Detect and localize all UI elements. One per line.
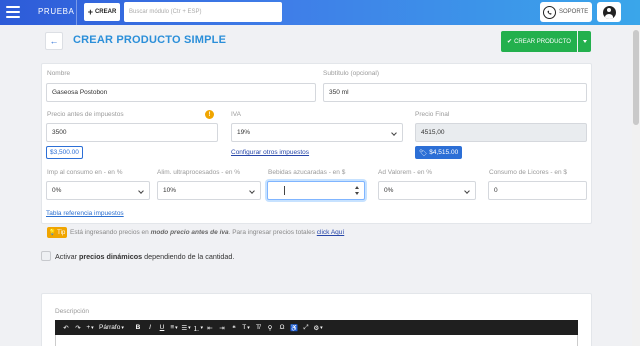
tip-text-post: . Para ingresar precios totales (228, 229, 317, 236)
tip-text-bold: modo precio antes de iva (150, 229, 229, 236)
arrow-left-icon: ← (49, 36, 59, 46)
whatsapp-icon (543, 5, 556, 19)
top-navbar: PRUEBA + CREAR Buscar módulo (Ctr + ESP)… (0, 0, 640, 25)
numbered-list-icon[interactable]: ⒈ (192, 320, 204, 335)
precio-final-label: Precio Final (415, 111, 450, 118)
support-label: SOPORTE (559, 9, 589, 15)
redo-icon[interactable]: ↷ (72, 320, 84, 335)
create-product-label: CREAR PRODUCTO (514, 38, 571, 45)
page-scrollbar[interactable] (632, 25, 640, 346)
subtitulo-input[interactable]: 350 ml (323, 83, 587, 102)
support-button[interactable]: SOPORTE (540, 2, 592, 22)
impoconsumo-value: 0% (52, 187, 62, 194)
page-title: CREAR PRODUCTO SIMPLE (73, 34, 227, 46)
nombre-label: Nombre (47, 70, 71, 77)
licores-input[interactable]: 0 (488, 181, 587, 200)
back-button[interactable]: ← (45, 32, 63, 50)
quote-icon[interactable]: ❝ (228, 320, 240, 335)
impoconsumo-label: Imp al consumo en - en % (47, 169, 123, 176)
brand-name: PRUEBA (38, 7, 75, 16)
outdent-icon[interactable]: ⇤ (204, 320, 216, 335)
paragraph-format-select[interactable]: Párrafo (96, 320, 132, 335)
navbar-divider (76, 0, 77, 25)
impoconsumo-select[interactable]: 0% (46, 181, 150, 200)
tip-text: Está ingresando precios en modo precio a… (70, 229, 344, 236)
info-warning-icon[interactable]: ! (205, 110, 214, 119)
licores-label: Consumo de Licores - en $ (489, 169, 568, 176)
subtitulo-label: Subtítulo (opcional) (323, 70, 380, 77)
subtitulo-value: 350 ml (329, 89, 349, 96)
dynamic-prices-checkbox[interactable] (41, 251, 51, 261)
azucaradas-label: Bebidas azucaradas - en $ (268, 169, 346, 176)
tip-badge: 💡 Tip (47, 227, 67, 238)
ad-valorem-label: Ad Valorem - en % (378, 169, 433, 176)
fullscreen-icon[interactable]: ⤢ (300, 320, 312, 335)
precio-antes-value: 3500 (52, 129, 67, 136)
ultraprocesados-label: Alim. ultraprocesados - en % (157, 169, 241, 176)
tag-icon: 🏷 (419, 149, 428, 157)
dynamic-prices-pre: Activar (55, 252, 79, 261)
ad-valorem-select[interactable]: 0% (378, 181, 476, 200)
search-placeholder: Buscar módulo (Ctr + ESP) (129, 9, 202, 15)
create-product-dropdown-button[interactable] (578, 31, 591, 52)
iva-label: IVA (231, 111, 241, 118)
precio-final-input: 4515,00 (415, 123, 587, 142)
precio-final-badge-value: $4,515.00 (429, 149, 459, 156)
tip-badge-label: Tip (57, 229, 66, 236)
ultraprocesados-value: 10% (163, 187, 177, 194)
dynamic-prices-label: Activar precios dinámicos dependiendo de… (55, 252, 234, 261)
search-icon[interactable]: ⚲ (264, 320, 276, 335)
precio-final-value: 4515,00 (421, 129, 445, 136)
underline-icon[interactable]: U (156, 320, 168, 335)
description-editor[interactable] (55, 335, 578, 346)
italic-icon[interactable]: I (144, 320, 156, 335)
create-button-label: CREAR (94, 9, 117, 15)
scrollbar-thumb[interactable] (633, 30, 639, 125)
module-search-input[interactable]: Buscar módulo (Ctr + ESP) (124, 2, 282, 22)
accessibility-icon[interactable]: ♿ (288, 320, 300, 335)
precio-antes-badge: $3,500.00 (46, 146, 83, 159)
indent-icon[interactable]: ⇥ (216, 320, 228, 335)
hamburger-menu-icon[interactable] (6, 6, 20, 18)
ad-valorem-value: 0% (384, 187, 394, 194)
bulleted-list-icon[interactable]: ☰ (180, 320, 192, 335)
iva-select[interactable]: 19% (231, 123, 403, 142)
precio-antes-input[interactable]: 3500 (46, 123, 218, 142)
plus-icon: + (87, 6, 93, 17)
configurar-impuestos-link[interactable]: Configurar otros impuestos (231, 149, 309, 156)
tip-click-link[interactable]: click Aquí (317, 229, 344, 236)
editor-toolbar: ↶ ↷ + Párrafo B I U ≡ ☰ ⒈ ⇤ ⇥ ❝ T T̸ ⚲ Ω… (55, 320, 578, 335)
clear-format-icon[interactable]: T̸ (252, 320, 264, 335)
dynamic-prices-bold: precios dinámicos (78, 252, 143, 261)
create-product-button[interactable]: ✔ CREAR PRODUCTO (501, 31, 577, 52)
text-cursor (284, 186, 285, 195)
iva-value: 19% (237, 129, 251, 136)
user-menu-button[interactable] (597, 2, 621, 22)
special-chars-icon[interactable]: Ω (276, 320, 288, 335)
number-spinner[interactable] (355, 186, 360, 196)
text-style-icon[interactable]: T (240, 320, 252, 335)
dynamic-prices-post: dependiendo de la cantidad. (142, 252, 235, 261)
bold-icon[interactable]: B (132, 320, 144, 335)
create-button[interactable]: + CREAR (84, 3, 120, 21)
description-label: Descripción (55, 308, 89, 315)
lightbulb-icon: 💡 (48, 230, 57, 236)
precio-final-badge: 🏷 $4,515.00 (415, 146, 463, 159)
nombre-input[interactable]: Gaseosa Postobon (46, 83, 316, 102)
user-account-icon (602, 5, 616, 19)
licores-value: 0 (494, 187, 498, 194)
more-options-icon[interactable]: ⚙ (312, 320, 324, 335)
align-icon[interactable]: ≡ (168, 320, 180, 335)
insert-plus-icon[interactable]: + (84, 320, 96, 335)
precio-antes-label: Precio antes de impuestos (47, 111, 124, 118)
nombre-value: Gaseosa Postobon (52, 89, 108, 96)
tabla-referencia-link[interactable]: Tabla referencia impuestos (46, 210, 124, 217)
ultraprocesados-select[interactable]: 10% (157, 181, 261, 200)
check-icon: ✔ (507, 39, 513, 45)
undo-icon[interactable]: ↶ (60, 320, 72, 335)
azucaradas-input[interactable] (267, 181, 365, 200)
tip-text-pre: Está ingresando precios en (70, 229, 151, 236)
